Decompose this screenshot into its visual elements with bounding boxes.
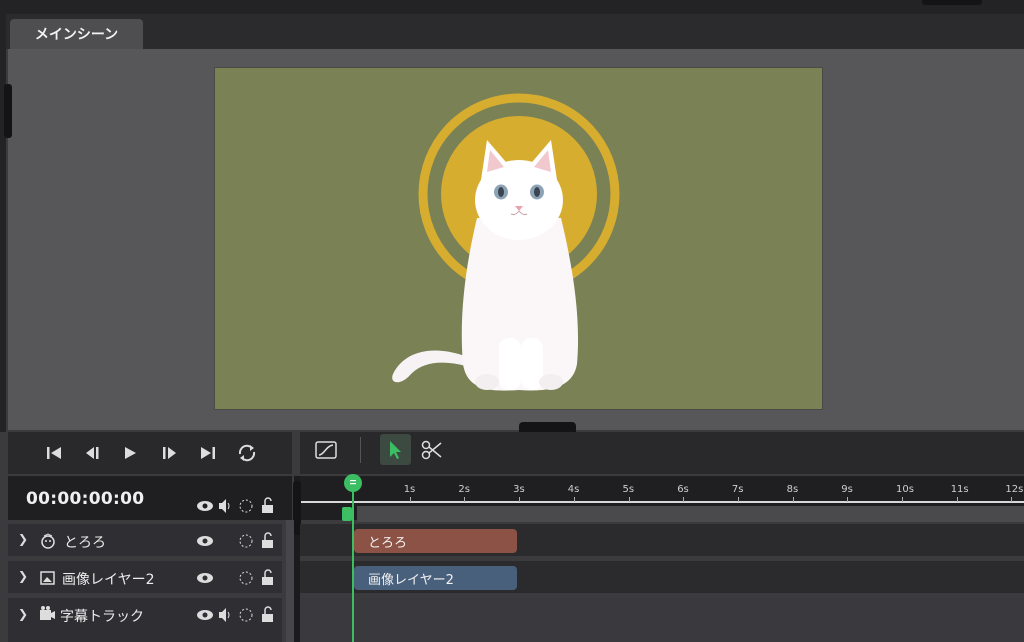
ruler-label: 6s — [677, 484, 689, 495]
ruler-label: 9s — [841, 484, 853, 495]
loop-icon — [238, 444, 256, 462]
eye-icon — [197, 610, 213, 620]
skip-to-start-icon — [47, 447, 61, 459]
skip-to-end-button[interactable] — [195, 441, 221, 465]
unlock-icon — [262, 606, 273, 622]
ruler-tick — [573, 497, 575, 502]
layer-name: 字幕トラック — [60, 609, 144, 625]
loop-button[interactable] — [234, 441, 260, 465]
timecode-display: 00:00:00:00 — [26, 489, 145, 509]
unlock-icon — [262, 532, 273, 548]
ruler-tick — [737, 497, 739, 502]
speaker-icon — [219, 499, 230, 513]
toolbar-divider — [360, 437, 361, 463]
tab-main-scene[interactable]: メインシーン — [10, 19, 143, 49]
ruler-tick — [464, 497, 466, 502]
play-icon — [125, 447, 136, 459]
scene-range-bar[interactable] — [357, 506, 1024, 522]
ruler-label: 12s — [1005, 484, 1024, 495]
eye-icon — [197, 573, 213, 583]
skip-to-end-icon — [201, 447, 215, 459]
image-icon — [40, 571, 55, 585]
expand-chevron-icon[interactable]: ❯ — [18, 532, 28, 546]
preview-resize-handle[interactable] — [519, 422, 576, 432]
layer-name: とろろ — [64, 535, 106, 551]
step-forward-button[interactable] — [157, 441, 183, 465]
step-back-button[interactable] — [79, 441, 105, 465]
clip-torro[interactable]: とろろ — [354, 529, 517, 553]
playhead-line — [352, 490, 354, 642]
preview-canvas[interactable] — [214, 67, 823, 410]
ruler-tick — [1011, 497, 1013, 502]
dashed-circle-icon — [239, 499, 253, 513]
dashed-circle-icon — [239, 534, 253, 548]
character-icon — [41, 533, 55, 549]
curve-editor-icon — [315, 441, 337, 459]
ruler-label: 4s — [567, 484, 580, 495]
play-button[interactable] — [117, 441, 143, 465]
expand-chevron-icon[interactable]: ❯ — [18, 607, 28, 621]
step-forward-icon — [163, 447, 176, 459]
ruler-tick — [683, 497, 685, 502]
scissors-icon — [421, 440, 442, 460]
ruler-label: 2s — [458, 484, 470, 495]
top-bar-handle[interactable] — [922, 0, 982, 5]
left-panel-resize-handle[interactable] — [4, 84, 12, 138]
layer-list-scrollbar[interactable] — [286, 520, 294, 642]
ruler-tick — [847, 497, 849, 502]
ruler-tick — [409, 497, 411, 502]
unlock-icon — [262, 569, 273, 585]
ruler-label: 8s — [786, 484, 799, 495]
select-tool-button[interactable] — [380, 434, 411, 465]
ruler-tick — [956, 497, 958, 502]
ruler-label: 7s — [731, 484, 744, 495]
cut-tool-button[interactable] — [419, 437, 445, 463]
ruler-label: 10s — [896, 484, 914, 495]
expand-chevron-icon[interactable]: ❯ — [18, 569, 28, 583]
eye-icon — [197, 536, 213, 546]
playhead-grip-icon — [350, 480, 356, 485]
cat-illustration — [392, 93, 620, 391]
skip-to-start-button[interactable] — [41, 441, 67, 465]
ruler-tick — [792, 497, 794, 502]
clip-image-layer-2[interactable]: 画像レイヤー2 — [354, 566, 517, 590]
layer-row-controls — [197, 606, 273, 622]
layer-row-controls — [197, 569, 273, 585]
ruler-label: 11s — [950, 484, 969, 495]
ruler-baseline — [300, 501, 1024, 503]
subtitle-track-icon — [40, 606, 55, 620]
ruler-label: 5s — [622, 484, 635, 495]
dashed-circle-icon — [239, 608, 253, 622]
curve-editor-button[interactable] — [314, 438, 338, 462]
ruler-tick — [519, 497, 521, 502]
range-start-marker[interactable] — [342, 507, 352, 521]
playhead-handle[interactable] — [344, 474, 362, 492]
top-bar — [0, 0, 1024, 14]
ruler-tick — [628, 497, 630, 502]
eye-icon — [197, 501, 213, 511]
ruler-label: 1s — [403, 484, 416, 495]
scene-tab-bar — [6, 14, 1024, 49]
cursor-icon — [390, 441, 401, 459]
left-edge — [0, 0, 6, 432]
layer-row-controls — [197, 532, 273, 548]
ruler-tick — [902, 497, 903, 502]
layer-name: 画像レイヤー2 — [62, 572, 155, 588]
step-back-icon — [86, 447, 99, 459]
speaker-icon — [219, 608, 230, 622]
master-track-controls — [197, 497, 273, 513]
ruler-label: 3s — [513, 484, 525, 495]
track-lane — [300, 598, 1024, 642]
unlock-icon — [262, 497, 273, 513]
dashed-circle-icon — [239, 571, 253, 585]
